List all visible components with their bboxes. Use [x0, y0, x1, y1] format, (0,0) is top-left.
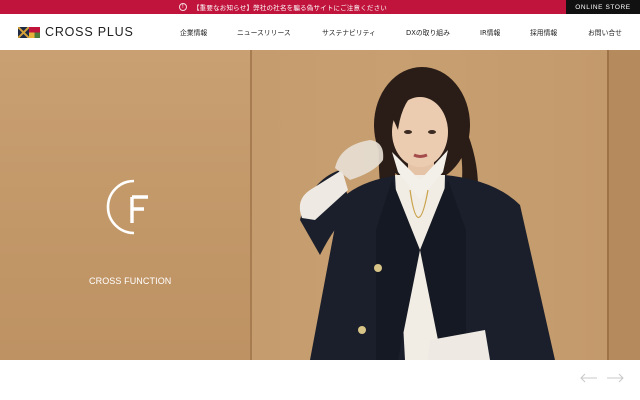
cross-function-logo-icon — [88, 175, 178, 245]
slider-controls — [580, 372, 624, 384]
nav-item-contact[interactable]: お問い合せ — [588, 27, 622, 37]
nav-item-recruit[interactable]: 採用情報 — [530, 27, 557, 37]
notice-text: 【重要なお知らせ】弊社の社名を騙る偽サイトにご注意ください — [192, 4, 388, 12]
main-nav: 企業情報 ニュースリリース サステナビリティ DXの取り組み IR情報 採用情報… — [0, 14, 640, 50]
nav-item-news[interactable]: ニュースリリース — [237, 27, 291, 37]
panel-seam — [250, 50, 252, 360]
nav-item-ir[interactable]: IR情報 — [480, 27, 500, 37]
panel-seam — [607, 50, 609, 360]
important-notice-bar[interactable]: ! 【重要なお知らせ】弊社の社名を騙る偽サイトにご注意ください — [0, 0, 566, 14]
arrow-left-icon[interactable] — [580, 372, 598, 384]
nav-item-dx[interactable]: DXの取り組み — [406, 27, 450, 37]
brand-name: CROSS FUNCTION — [89, 276, 172, 286]
nav-item-sustainability[interactable]: サステナビリティ — [322, 27, 376, 37]
info-icon: ! — [178, 3, 187, 11]
model-photo — [299, 67, 555, 360]
nav-item-company[interactable]: 企業情報 — [180, 27, 207, 37]
cardboard-panel-right — [608, 50, 640, 360]
arrow-right-icon[interactable] — [606, 372, 624, 384]
site-header: CROSS PLUS 企業情報 ニュースリリース サステナビリティ DXの取り組… — [0, 14, 640, 50]
online-store-button[interactable]: ONLINE STORE — [566, 0, 640, 14]
